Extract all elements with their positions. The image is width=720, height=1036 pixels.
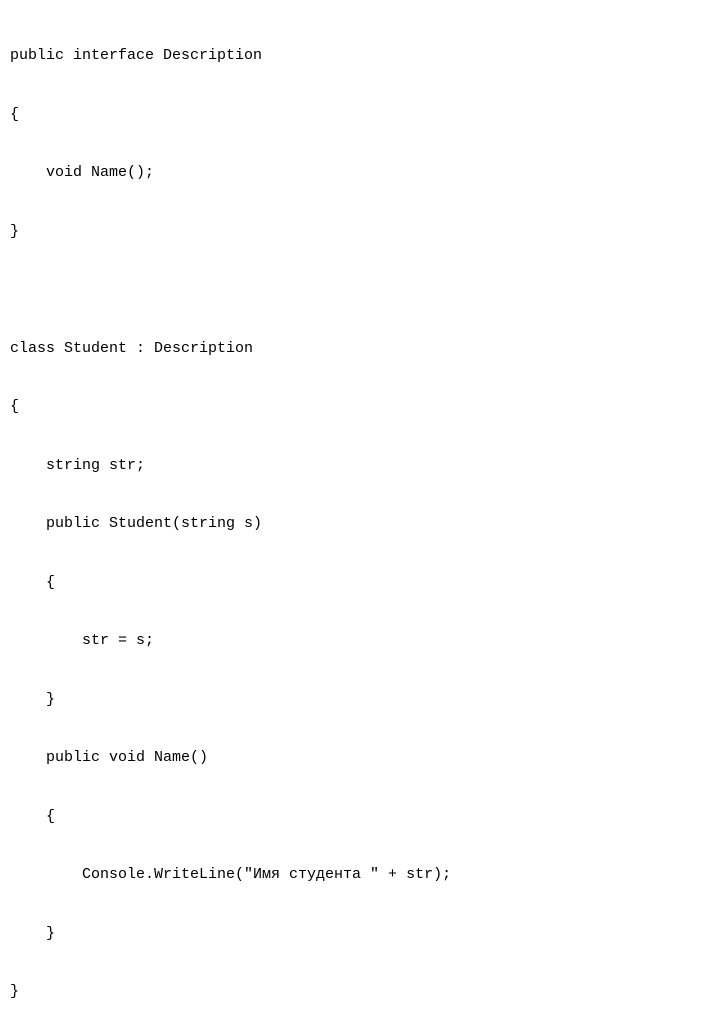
code-line: }: [10, 919, 720, 948]
code-line: {: [10, 392, 720, 421]
code-line: }: [10, 685, 720, 714]
code-line: }: [10, 217, 720, 246]
code-line: class Student : Description: [10, 334, 720, 363]
code-line: public interface Description: [10, 41, 720, 70]
code-line: public void Name(): [10, 743, 720, 772]
code-line: public Student(string s): [10, 509, 720, 538]
code-line: {: [10, 568, 720, 597]
code-line: }: [10, 977, 720, 1006]
code-line: void Name();: [10, 158, 720, 187]
code-line: {: [10, 100, 720, 129]
code-block: public interface Description { void Name…: [10, 12, 720, 1036]
code-line: string str;: [10, 451, 720, 480]
code-line: Console.WriteLine("Имя студента " + str)…: [10, 860, 720, 889]
code-line: str = s;: [10, 626, 720, 655]
code-line: {: [10, 802, 720, 831]
code-line: [10, 275, 720, 304]
